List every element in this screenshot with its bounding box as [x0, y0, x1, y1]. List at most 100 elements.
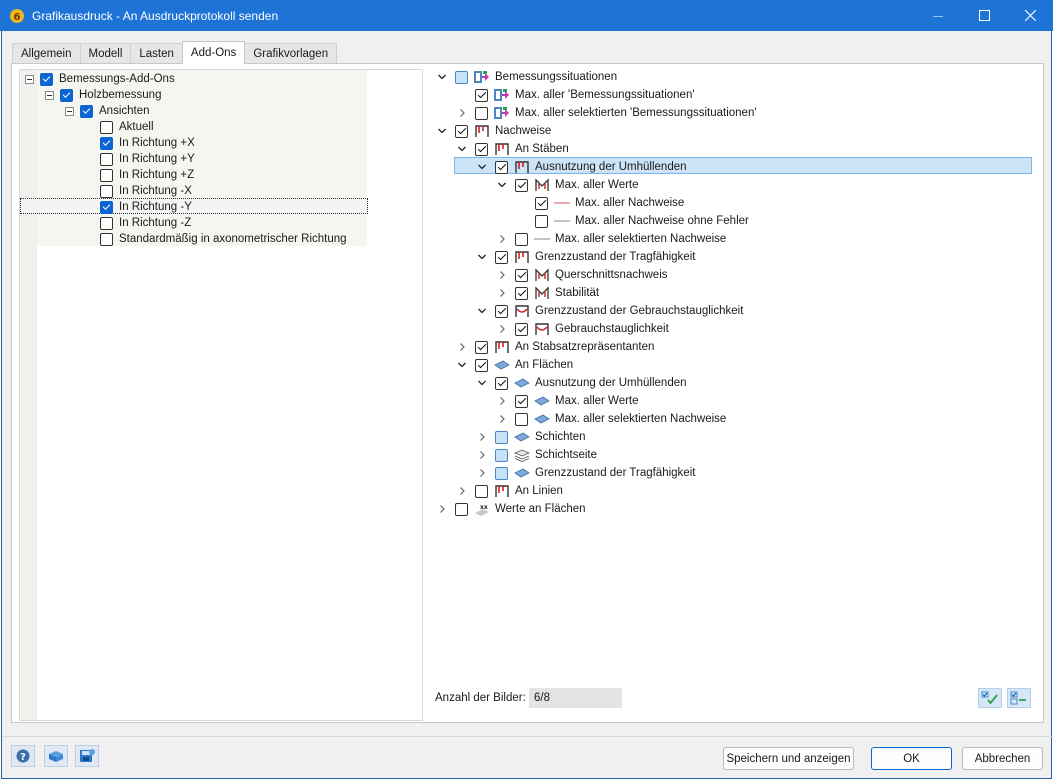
- graphics-settings-button[interactable]: [44, 745, 68, 767]
- tree-item-13[interactable]: Grenzzustand der Gebrauchstauglichkeit: [476, 302, 743, 320]
- checkbox[interactable]: [475, 106, 488, 120]
- checkbox[interactable]: [475, 340, 488, 354]
- tab-allgemein[interactable]: Allgemein: [12, 43, 81, 64]
- tree-item-2[interactable]: Max. aller selektierten 'Bemessungssitua…: [456, 104, 757, 122]
- chevron-down-icon[interactable]: [476, 377, 488, 389]
- help-button[interactable]: ?: [11, 745, 35, 767]
- tree-item-6[interactable]: Max. aller Werte: [496, 176, 639, 194]
- chevron-right-icon[interactable]: [476, 431, 488, 443]
- checkbox[interactable]: [100, 200, 113, 214]
- tree-item-20[interactable]: Schichten: [476, 428, 586, 446]
- tree-item-21[interactable]: Schichtseite: [476, 446, 597, 464]
- tree-item-0[interactable]: Bemessungssituationen: [436, 68, 617, 86]
- tree-item-9[interactable]: Max. aller selektierten Nachweise: [496, 230, 726, 248]
- checkbox[interactable]: [495, 376, 508, 390]
- checkbox[interactable]: [40, 72, 53, 86]
- tree-item-19[interactable]: Max. aller selektierten Nachweise: [496, 410, 726, 428]
- tree-item-1[interactable]: Max. aller 'Bemessungssituationen': [456, 86, 695, 104]
- tree-item-23[interactable]: An Linien: [456, 482, 563, 500]
- save-to-report-button[interactable]: [75, 745, 99, 767]
- tree-item-richtung-plus-z[interactable]: In Richtung +Z: [100, 167, 194, 183]
- chevron-down-icon[interactable]: [476, 305, 488, 317]
- checkbox[interactable]: [80, 104, 93, 118]
- chevron-down-icon[interactable]: [436, 125, 448, 137]
- checkbox[interactable]: [475, 142, 488, 156]
- tree-item-richtung-plus-y[interactable]: In Richtung +Y: [100, 151, 195, 167]
- chevron-right-icon[interactable]: [496, 413, 508, 425]
- checkbox[interactable]: [515, 268, 528, 282]
- tree-item-24[interactable]: xx Werte an Flächen: [436, 500, 586, 518]
- checkbox[interactable]: [515, 412, 528, 426]
- checkbox[interactable]: [535, 196, 548, 210]
- chevron-right-icon[interactable]: [436, 503, 448, 515]
- tree-item-ansichten[interactable]: Ansichten: [65, 103, 150, 119]
- collapse-icon[interactable]: [45, 90, 54, 100]
- chevron-right-icon[interactable]: [496, 287, 508, 299]
- chevron-down-icon[interactable]: [476, 251, 488, 263]
- chevron-down-icon[interactable]: [436, 71, 448, 83]
- collapse-icon[interactable]: [65, 106, 74, 116]
- tab-grafikvorlagen[interactable]: Grafikvorlagen: [244, 43, 338, 64]
- chevron-right-icon[interactable]: [496, 323, 508, 335]
- tree-item-4[interactable]: An Stäben: [456, 140, 569, 158]
- chevron-down-icon[interactable]: [476, 161, 488, 173]
- checkbox[interactable]: [495, 430, 508, 444]
- tree-item-3[interactable]: Nachweise: [436, 122, 551, 140]
- chevron-right-icon[interactable]: [476, 467, 488, 479]
- tree-item-14[interactable]: Gebrauchstauglichkeit: [496, 320, 669, 338]
- checkbox[interactable]: [495, 304, 508, 318]
- tab-lasten[interactable]: Lasten: [130, 43, 183, 64]
- chevron-right-icon[interactable]: [456, 341, 468, 353]
- save-and-show-button[interactable]: Speichern und anzeigen: [723, 747, 854, 770]
- tree-item-18[interactable]: Max. aller Werte: [496, 392, 639, 410]
- tree-item-10[interactable]: Grenzzustand der Tragfähigkeit: [476, 248, 695, 266]
- checkbox[interactable]: [100, 168, 113, 182]
- checkbox[interactable]: [475, 358, 488, 372]
- chevron-right-icon[interactable]: [456, 485, 468, 497]
- collapse-icon[interactable]: [25, 74, 34, 84]
- uncheck-all-button[interactable]: [1007, 688, 1031, 708]
- tree-item-11[interactable]: Querschnittsnachweis: [496, 266, 668, 284]
- chevron-right-icon[interactable]: [476, 449, 488, 461]
- checkbox[interactable]: [515, 322, 528, 336]
- tree-item-15[interactable]: An Stabsatzrepräsentanten: [456, 338, 654, 356]
- chevron-right-icon[interactable]: [456, 107, 468, 119]
- checkbox[interactable]: [515, 394, 528, 408]
- checkbox[interactable]: [475, 484, 488, 498]
- tree-item-16[interactable]: An Flächen: [456, 356, 573, 374]
- checkbox[interactable]: [515, 178, 528, 192]
- checkbox[interactable]: [100, 184, 113, 198]
- chevron-down-icon[interactable]: [456, 143, 468, 155]
- chevron-right-icon[interactable]: [496, 233, 508, 245]
- checkbox[interactable]: [455, 124, 468, 138]
- tree-item-17[interactable]: Ausnutzung der Umhüllenden: [476, 374, 687, 392]
- tree-item-richtung-minus-y[interactable]: In Richtung -Y: [100, 199, 192, 215]
- tree-item-richtung-minus-x[interactable]: In Richtung -X: [100, 183, 192, 199]
- tree-item-richtung-minus-z[interactable]: In Richtung -Z: [100, 215, 191, 231]
- chevron-right-icon[interactable]: [496, 269, 508, 281]
- chevron-right-icon[interactable]: [496, 395, 508, 407]
- tab-modell[interactable]: Modell: [79, 43, 132, 64]
- checkbox[interactable]: [495, 466, 508, 480]
- checkbox[interactable]: [100, 216, 113, 230]
- checkbox[interactable]: [515, 286, 528, 300]
- tab-add-ons[interactable]: Add-Ons: [181, 41, 246, 64]
- checkbox[interactable]: [100, 120, 113, 134]
- chevron-down-icon[interactable]: [456, 359, 468, 371]
- checkbox[interactable]: [535, 214, 548, 228]
- checkbox[interactable]: [455, 70, 468, 84]
- maximize-button[interactable]: [961, 0, 1007, 31]
- tree-item-22[interactable]: Grenzzustand der Tragfähigkeit: [476, 464, 695, 482]
- chevron-down-icon[interactable]: [496, 179, 508, 191]
- checkbox[interactable]: [495, 448, 508, 462]
- checkbox[interactable]: [100, 232, 113, 246]
- tree-item-7[interactable]: Max. aller Nachweise: [516, 194, 684, 212]
- checkbox[interactable]: [100, 152, 113, 166]
- tree-item-bemessungs-add-ons[interactable]: Bemessungs-Add-Ons: [25, 71, 175, 87]
- minimize-button[interactable]: [915, 0, 961, 31]
- checkbox[interactable]: [60, 88, 73, 102]
- close-button[interactable]: [1007, 0, 1053, 31]
- tree-item-12[interactable]: Stabilität: [496, 284, 599, 302]
- checkbox[interactable]: [475, 88, 488, 102]
- check-all-button[interactable]: [978, 688, 1002, 708]
